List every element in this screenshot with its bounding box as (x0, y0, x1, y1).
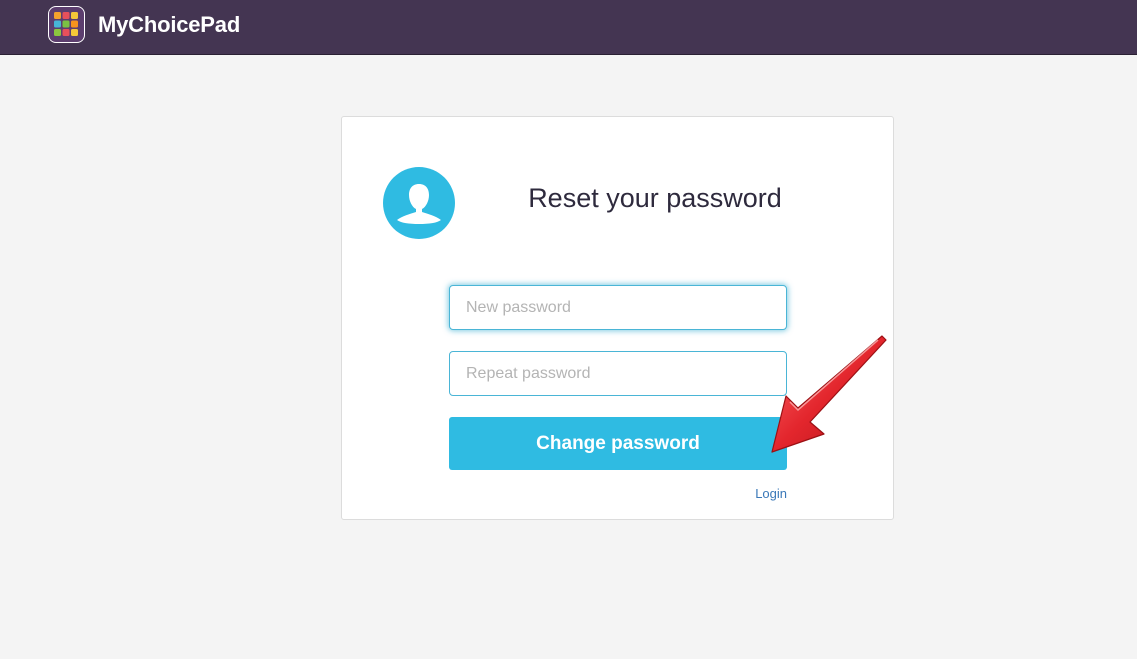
top-navigation-bar: MyChoicePad (0, 0, 1137, 55)
page-title: Reset your password (528, 183, 782, 213)
reset-password-card: Reset your password Change password Logi… (341, 116, 894, 520)
repeat-password-input[interactable] (449, 351, 787, 396)
new-password-input[interactable] (449, 285, 787, 330)
brand-name[interactable]: MyChoicePad (98, 12, 240, 38)
logo-grid-icon (54, 12, 78, 36)
user-avatar-icon (383, 167, 455, 239)
app-logo-icon[interactable] (48, 6, 85, 43)
annotation-arrow-icon (771, 335, 887, 453)
change-password-button[interactable]: Change password (449, 417, 787, 470)
login-link[interactable]: Login (737, 486, 787, 501)
